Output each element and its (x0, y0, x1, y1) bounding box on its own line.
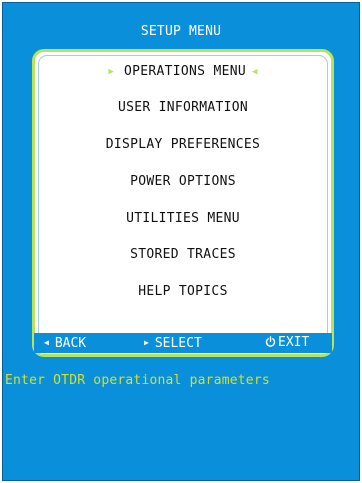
menu-item-stored-traces[interactable]: STORED TRACES (35, 247, 331, 263)
select-label: SELECT (154, 336, 202, 351)
power-icon (265, 336, 276, 352)
menu-item-label: OPERATIONS MENU (124, 64, 246, 79)
back-label: BACK (54, 336, 87, 351)
select-button[interactable]: ▶ SELECT (144, 335, 202, 352)
setup-menu-panel: ▶ OPERATIONS MENU ◀ USER INFORMATION DISPL… (32, 49, 334, 357)
menu-item-label: UTILITIES MENU (126, 211, 240, 226)
menu-item-label: STORED TRACES (130, 247, 236, 262)
exit-button[interactable]: EXIT (265, 335, 309, 352)
page-title: SETUP MENU (140, 24, 222, 39)
back-button[interactable]: ◀ BACK (44, 335, 86, 352)
otdr-screen: SETUP MENU ▶ OPERATIONS MENU ◀ USER INFORM… (2, 2, 360, 481)
selection-arrow-right-icon: ▶ (108, 67, 115, 77)
menu-item-help-topics[interactable]: HELP TOPICS (35, 284, 331, 300)
menu-item-utilities-menu[interactable]: UTILITIES MENU (35, 211, 331, 227)
status-message: Enter OTDR operational parameters (5, 373, 270, 388)
menu-item-label: POWER OPTIONS (130, 174, 236, 189)
menu-item-label: USER INFORMATION (117, 100, 249, 115)
exit-label: EXIT (278, 335, 310, 350)
triangle-left-icon: ◀ (44, 338, 49, 347)
menu-item-label: HELP TOPICS (138, 284, 228, 299)
menu-item-power-options[interactable]: POWER OPTIONS (35, 174, 331, 190)
navigation-bar: ◀ BACK ▶ SELECT EXIT (34, 333, 332, 353)
menu-item-label: DISPLAY PREFERENCES (105, 137, 261, 152)
menu-item-display-preferences[interactable]: DISPLAY PREFERENCES (35, 137, 331, 153)
triangle-right-icon: ▶ (144, 338, 149, 347)
menu-item-user-information[interactable]: USER INFORMATION (35, 100, 331, 116)
selection-arrow-left-icon: ◀ (251, 67, 258, 77)
menu-item-operations-menu[interactable]: ▶ OPERATIONS MENU ◀ (35, 64, 331, 80)
